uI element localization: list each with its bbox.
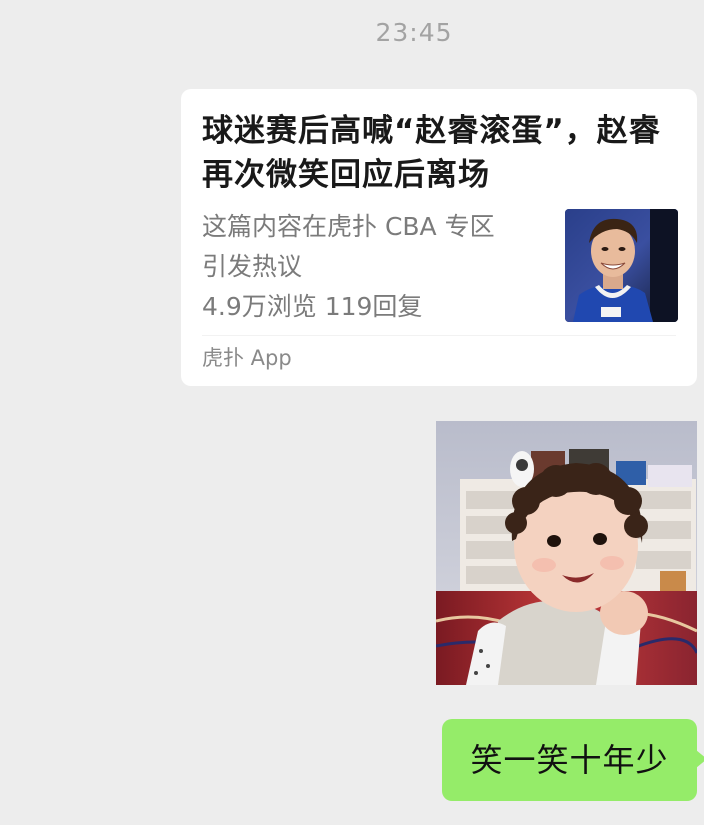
link-card-title: 球迷赛后高喊“赵睿滚蛋”，赵睿再次微笑回应后离场 — [202, 113, 661, 193]
link-card-divider — [202, 335, 676, 336]
message-text: 笑一笑十年少 — [470, 741, 669, 779]
link-card-description: 这篇内容在虎扑 CBA 专区 引发热议 4.9万浏览 119回复 — [202, 207, 552, 327]
link-card-thumbnail — [565, 209, 678, 322]
chat-timestamp: 23:45 — [375, 18, 453, 47]
smiling-child-photo-icon — [436, 421, 697, 685]
shared-link-card[interactable]: 球迷赛后高喊“赵睿滚蛋”，赵睿再次微笑回应后离场 这篇内容在虎扑 CBA 专区 … — [181, 89, 697, 386]
link-card-source: 虎扑 App — [202, 346, 292, 370]
link-card-desc-line2: 引发热议 — [202, 252, 303, 281]
photo-message[interactable] — [436, 421, 697, 685]
player-photo-thumbnail-icon — [565, 209, 678, 322]
link-card-stats: 4.9万浏览 119回复 — [202, 292, 423, 321]
link-card-desc-line1: 这篇内容在虎扑 CBA 专区 — [202, 212, 495, 241]
text-message-bubble[interactable]: 笑一笑十年少 — [442, 719, 704, 801]
